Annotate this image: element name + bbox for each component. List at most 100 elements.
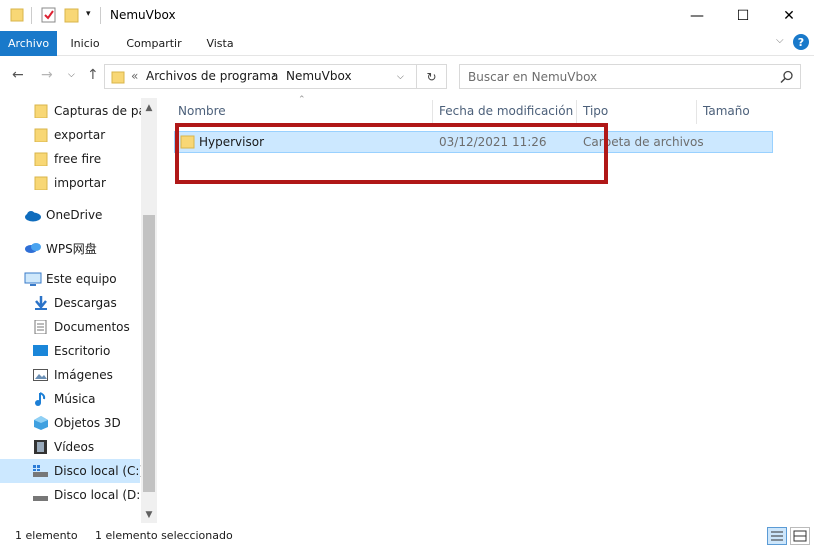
folder-icon xyxy=(34,128,48,142)
expand-ribbon-icon[interactable]: ⌵ xyxy=(776,35,784,46)
download-icon xyxy=(35,296,47,310)
computer-icon xyxy=(24,272,42,286)
nav-item-onedrive[interactable]: OneDrive xyxy=(0,203,140,227)
recent-locations-icon[interactable]: ⌵ xyxy=(68,70,75,80)
cloud-icon xyxy=(25,211,41,222)
nav-item-label: Música xyxy=(54,392,96,406)
column-separator[interactable] xyxy=(696,100,697,124)
nav-item-disco-c[interactable]: Disco local (C:) xyxy=(0,459,144,483)
breadcrumb-archivos-de-programa[interactable]: Archivos de programa xyxy=(146,69,278,83)
properties-icon[interactable] xyxy=(41,6,57,24)
search-placeholder: Buscar en NemuVbox xyxy=(468,70,598,84)
nav-item-objetos-3d[interactable]: Objetos 3D xyxy=(0,411,140,435)
nav-item-musica[interactable]: Música xyxy=(0,387,140,411)
scroll-down-icon[interactable]: ▼ xyxy=(141,507,157,523)
nav-item-videos[interactable]: Vídeos xyxy=(0,435,140,459)
drive-icon xyxy=(33,465,48,477)
nav-item-importar[interactable]: importar xyxy=(0,171,140,195)
nav-item-label: Objetos 3D xyxy=(54,416,121,430)
ribbon-tabs: Archivo Inicio Compartir Vista ⌵ ? xyxy=(0,31,814,56)
nav-item-disco-d[interactable]: Disco local (D:) xyxy=(0,483,145,507)
large-icons-view-button[interactable] xyxy=(790,527,810,545)
nav-item-imagenes[interactable]: Imágenes xyxy=(0,363,140,387)
videos-icon xyxy=(34,440,47,454)
new-folder-icon[interactable] xyxy=(64,6,80,24)
search-input[interactable]: Buscar en NemuVbox xyxy=(459,64,801,89)
column-header-tipo[interactable]: Tipo xyxy=(583,104,608,118)
nav-item-exportar[interactable]: exportar xyxy=(0,123,140,147)
nav-item-este-equipo[interactable]: Este equipo xyxy=(0,267,140,291)
music-icon xyxy=(35,392,46,406)
folder-icon xyxy=(34,176,48,190)
nav-item-label: Este equipo xyxy=(46,272,117,286)
nav-item-capturas[interactable]: Capturas de pan xyxy=(0,99,153,123)
nav-item-label: OneDrive xyxy=(46,208,103,222)
refresh-icon: ↻ xyxy=(426,69,437,84)
column-separator[interactable] xyxy=(432,100,433,124)
details-view-icon xyxy=(771,531,783,541)
tab-compartir[interactable]: Compartir xyxy=(120,31,188,56)
nav-item-label: exportar xyxy=(54,128,106,142)
nav-item-label: Escritorio xyxy=(54,344,111,358)
maximize-button[interactable]: ☐ xyxy=(720,0,766,31)
back-icon[interactable]: ← xyxy=(12,67,24,83)
help-icon[interactable]: ? xyxy=(793,34,809,50)
breadcrumb-nemuvbox[interactable]: NemuVbox xyxy=(286,69,352,83)
desktop-icon xyxy=(33,345,48,356)
scrollbar-thumb[interactable] xyxy=(143,215,155,492)
navigation-pane: Capturas de pan exportar free fire impor… xyxy=(0,98,157,523)
tab-vista[interactable]: Vista xyxy=(198,31,242,56)
nav-item-label: Imágenes xyxy=(54,368,113,382)
nav-item-label: Capturas de pan xyxy=(54,104,154,118)
customize-quick-access-icon[interactable]: ▾ xyxy=(86,9,91,19)
minimize-icon: — xyxy=(690,7,704,24)
nav-item-label: Disco local (C:) xyxy=(54,464,145,478)
column-header-tamano[interactable]: Tamaño xyxy=(703,104,750,118)
highlight-annotation xyxy=(175,123,608,184)
status-bar: 1 elemento 1 elemento seleccionado xyxy=(0,523,814,548)
item-count: 1 elemento xyxy=(15,529,78,542)
nav-item-documentos[interactable]: Documentos xyxy=(0,315,140,339)
document-icon xyxy=(34,320,47,334)
nav-item-label: Vídeos xyxy=(54,440,95,454)
address-dropdown-icon[interactable]: ⌵ xyxy=(397,72,404,82)
selection-count: 1 elemento seleccionado xyxy=(95,529,233,542)
nav-item-wps[interactable]: WPS网盘 xyxy=(0,235,140,259)
separator xyxy=(100,7,101,24)
svg-text:?: ? xyxy=(798,36,804,49)
breadcrumb-overflow[interactable]: « xyxy=(131,69,138,83)
drive-icon xyxy=(33,496,48,501)
wps-cloud-icon xyxy=(25,243,41,253)
close-icon: ✕ xyxy=(783,7,795,24)
nav-item-free-fire[interactable]: free fire xyxy=(0,147,140,171)
nav-item-descargas[interactable]: Descargas xyxy=(0,291,140,315)
refresh-button[interactable]: ↻ xyxy=(417,64,447,89)
search-icon[interactable] xyxy=(780,70,794,84)
tab-inicio[interactable]: Inicio xyxy=(62,31,108,56)
column-header-fecha[interactable]: Fecha de modificación xyxy=(439,104,573,118)
address-bar[interactable]: « Archivos de programa › NemuVbox ⌵ xyxy=(104,64,417,89)
breadcrumb-separator-icon[interactable]: › xyxy=(272,70,276,81)
nav-item-label: free fire xyxy=(54,152,102,166)
sort-ascending-icon: ⌃ xyxy=(298,95,306,105)
nav-item-escritorio[interactable]: Escritorio xyxy=(0,339,140,363)
close-button[interactable]: ✕ xyxy=(766,0,812,31)
nav-item-label: WPS网盘 xyxy=(46,242,97,256)
folder-icon xyxy=(10,8,24,22)
folder-icon xyxy=(34,104,48,118)
column-header-nombre[interactable]: Nombre xyxy=(178,104,226,118)
folder-icon xyxy=(111,71,125,84)
pictures-icon xyxy=(33,369,48,381)
forward-icon[interactable]: → xyxy=(41,67,53,83)
up-icon[interactable]: ↑ xyxy=(87,67,99,83)
window-title: NemuVbox xyxy=(110,8,176,22)
column-separator[interactable] xyxy=(576,100,577,124)
minimize-button[interactable]: — xyxy=(674,0,720,31)
details-view-button[interactable] xyxy=(767,527,787,545)
3d-objects-icon xyxy=(34,416,48,430)
maximize-icon: ☐ xyxy=(736,7,750,24)
nav-scrollbar[interactable]: ▲ ▼ xyxy=(141,98,157,523)
large-icons-view-icon xyxy=(793,530,807,542)
scroll-up-icon[interactable]: ▲ xyxy=(141,100,157,116)
tab-archivo[interactable]: Archivo xyxy=(0,31,57,56)
